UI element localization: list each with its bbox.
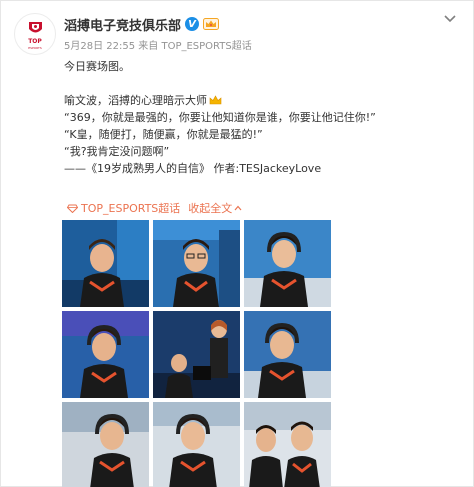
verified-icon: V [185,17,200,31]
photo-4-image [62,311,149,398]
weibo-post: TOP ESPORTS 滔搏电子竞技俱乐部 V 5月28日 22:55 来自 T… [0,0,474,487]
crown-emoji-icon [209,95,222,105]
post-time[interactable]: 5月28日 22:55 [64,41,135,52]
photo-1[interactable] [62,220,149,307]
diamond-topic-icon [67,204,78,213]
account-avatar[interactable]: TOP ESPORTS [14,13,56,55]
photo-7-image [62,402,149,487]
photo-5-image [153,311,240,398]
content-line: “369，你就是最强的，你要让他知道你是谁，你要让他记住你!” [64,111,376,124]
content-line: ——《19岁成熟男人的自信》 作者:TESJackeyLove [64,162,322,175]
topic-label: TOP_ESPORTS超话 [81,202,181,215]
chevron-up-icon [234,205,242,211]
collapse-label: 收起全文 [188,202,233,215]
post-meta: 5月28日 22:55 来自 TOP_ESPORTS超话 [64,37,252,52]
content-line-with-crown: 喻文波，滔搏的心理暗示大师 [64,92,459,109]
content-line: “K皇，随便打，随便赢，你就是最猛的!” [64,128,263,141]
photo-3-image [244,220,331,307]
photo-grid [62,220,332,487]
content-line: 今日赛场图。 [64,60,130,73]
team-logo-icon [29,22,42,33]
photo-6[interactable] [244,311,331,398]
crown-badge-icon[interactable] [203,18,220,30]
content-line: 喻文波，滔搏的心理暗示大师 [64,94,207,107]
post-tags: TOP_ESPORTS超话 收起全文 [67,200,242,216]
source-prefix: 来自 [138,41,159,52]
topic-link[interactable]: TOP_ESPORTS超话 [67,200,180,216]
photo-3[interactable] [244,220,331,307]
post-source[interactable]: TOP_ESPORTS超话 [161,41,251,52]
account-name-row: 滔搏电子竞技俱乐部 V [64,15,220,34]
photo-7[interactable] [62,402,149,487]
photo-5[interactable] [153,311,240,398]
content-line: “我?我肯定没问题啊” [64,145,170,158]
photo-4[interactable] [62,311,149,398]
logo-text: TOP [28,38,42,45]
photo-1-image [62,220,149,307]
collapse-text-link[interactable]: 收起全文 [188,200,242,216]
photo-2-image [153,220,240,307]
photo-8[interactable] [153,402,240,487]
post-content: 今日赛场图。 喻文波，滔搏的心理暗示大师 “369，你就是最强的，你要让他知道你… [64,58,459,177]
photo-6-image [244,311,331,398]
photo-9[interactable] [244,402,331,487]
photo-2[interactable] [153,220,240,307]
account-name[interactable]: 滔搏电子竞技俱乐部 [64,15,181,34]
photo-9-image [244,402,331,487]
photo-8-image [153,402,240,487]
chevron-down-icon[interactable] [443,14,457,24]
logo-subtext: ESPORTS [28,46,42,50]
